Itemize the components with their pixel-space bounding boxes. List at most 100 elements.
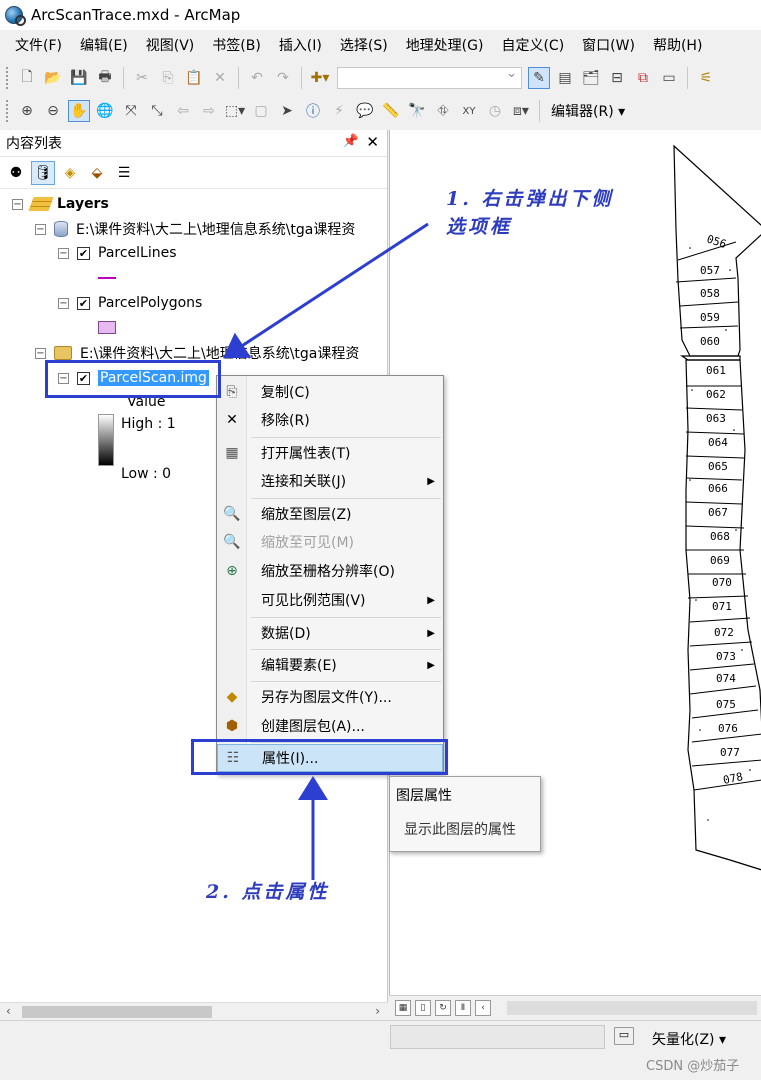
- layer-visibility-checkbox[interactable]: ✔: [77, 296, 90, 310]
- scroll-left-icon[interactable]: ‹: [475, 1000, 491, 1016]
- toolbar-grip[interactable]: [6, 67, 10, 89]
- print-icon[interactable]: 🖶: [94, 67, 116, 89]
- copy-icon[interactable]: ⎘: [157, 67, 179, 89]
- layout-view-icon[interactable]: ▯: [415, 1000, 431, 1016]
- collapse-icon[interactable]: −: [12, 198, 23, 210]
- delete-icon[interactable]: ✕: [209, 67, 231, 89]
- vectorization-menu-button[interactable]: 矢量化(Z) ▾: [652, 1029, 726, 1049]
- close-icon[interactable]: ✕: [366, 133, 379, 151]
- hyperlink-icon[interactable]: ⚡: [328, 100, 350, 122]
- create-viewer-icon[interactable]: ⧈▾: [510, 100, 532, 122]
- collapse-icon[interactable]: −: [58, 247, 69, 259]
- data-view-icon[interactable]: ▦: [395, 1000, 411, 1016]
- raster-cleanup-icon[interactable]: ▭: [614, 1027, 634, 1045]
- clear-selection-icon[interactable]: ▢: [250, 100, 272, 122]
- raster-stretch-swatch[interactable]: [98, 414, 114, 466]
- list-by-visibility-icon[interactable]: ◈: [58, 161, 82, 185]
- add-data-icon[interactable]: ✚▾: [309, 67, 331, 89]
- go-to-xy-icon[interactable]: XY: [458, 100, 480, 122]
- paste-icon[interactable]: 📋: [183, 67, 205, 89]
- list-by-drawing-order-icon[interactable]: ⚉: [4, 161, 28, 185]
- redo-icon[interactable]: ↷: [272, 67, 294, 89]
- status-combo-box[interactable]: [390, 1025, 605, 1049]
- fixed-zoom-out-icon[interactable]: ⤡: [146, 100, 168, 122]
- arctoolbox-icon[interactable]: ⧉: [632, 67, 654, 89]
- scrollbar-thumb[interactable]: [22, 1006, 212, 1018]
- menu-insert[interactable]: 插入(I): [270, 32, 331, 60]
- undo-icon[interactable]: ↶: [246, 67, 268, 89]
- pause-drawing-icon[interactable]: Ⅱ: [455, 1000, 471, 1016]
- measure-icon[interactable]: 📏: [380, 100, 402, 122]
- map-view[interactable]: 056 057 058 059 060 061 062 063 064 065 …: [389, 130, 761, 995]
- line-symbol-swatch[interactable]: [98, 277, 116, 279]
- select-features-icon[interactable]: ⬚▾: [224, 100, 246, 122]
- tree-row-layers[interactable]: − Layers: [12, 193, 109, 215]
- fixed-zoom-in-icon[interactable]: ⤧: [120, 100, 142, 122]
- toc-horizontal-scrollbar[interactable]: ‹ ›: [0, 1002, 388, 1020]
- menu-file[interactable]: 文件(F): [6, 32, 71, 60]
- python-window-icon[interactable]: ▭: [658, 67, 680, 89]
- layers-icon: [28, 197, 54, 211]
- menu-view[interactable]: 视图(V): [137, 32, 204, 60]
- zoom-out-icon[interactable]: ⊖: [42, 100, 64, 122]
- menu-item-copy[interactable]: ⎘ 复制(C): [217, 378, 443, 406]
- scroll-right-icon[interactable]: ›: [375, 1004, 380, 1018]
- menu-windows[interactable]: 窗口(W): [573, 32, 644, 60]
- forward-extent-icon[interactable]: ⇨: [198, 100, 220, 122]
- menu-item-data[interactable]: 数据(D) ▶: [217, 619, 443, 647]
- menu-item-open-attribute-table[interactable]: ▦ 打开属性表(T): [217, 439, 443, 467]
- zoom-in-icon[interactable]: ⊕: [16, 100, 38, 122]
- menu-item-zoom-to-visible[interactable]: 🔍 缩放至可见(M): [217, 528, 443, 556]
- save-icon[interactable]: 💾: [68, 67, 90, 89]
- model-builder-icon[interactable]: ⚟: [695, 67, 717, 89]
- select-elements-icon[interactable]: ➤: [276, 100, 298, 122]
- cut-icon[interactable]: ✂: [131, 67, 153, 89]
- menu-item-remove[interactable]: ✕ 移除(R): [217, 406, 443, 434]
- full-extent-icon[interactable]: 🌐: [94, 100, 116, 122]
- menu-geoprocessing[interactable]: 地理处理(G): [397, 32, 493, 60]
- options-icon[interactable]: ☰: [112, 161, 136, 185]
- identify-icon[interactable]: ⓘ: [302, 100, 324, 122]
- menu-selection[interactable]: 选择(S): [331, 32, 397, 60]
- list-by-selection-icon[interactable]: ⬙: [85, 161, 109, 185]
- collapse-icon[interactable]: −: [58, 297, 69, 309]
- pan-hand-icon[interactable]: ✋: [68, 100, 90, 122]
- pin-icon[interactable]: 📌: [343, 134, 359, 149]
- editor-toolbar-icon[interactable]: ✎: [528, 67, 550, 89]
- menu-item-joins-relates[interactable]: 连接和关联(J) ▶: [217, 467, 443, 495]
- toc-window-icon[interactable]: ▤: [554, 67, 576, 89]
- collapse-icon[interactable]: −: [35, 223, 46, 235]
- menu-edit[interactable]: 编辑(E): [71, 32, 137, 60]
- menu-item-zoom-to-layer[interactable]: 🔍 缩放至图层(Z): [217, 500, 443, 528]
- menu-item-save-as-layer-file[interactable]: ◆ 另存为图层文件(Y)...: [217, 683, 443, 711]
- scroll-left-icon[interactable]: ‹: [6, 1004, 11, 1018]
- collapse-icon[interactable]: −: [35, 347, 46, 359]
- open-folder-icon[interactable]: 📂: [42, 67, 64, 89]
- list-by-source-icon[interactable]: 🛢: [31, 160, 55, 185]
- menu-item-visible-scale-range[interactable]: 可见比例范围(V) ▶: [217, 586, 443, 614]
- tree-row-parcel-lines[interactable]: − ✔ ParcelLines: [58, 242, 177, 264]
- tree-row-geodatabase[interactable]: − E:\课件资料\大二上\地理信息系统\tga课程资: [35, 218, 355, 240]
- time-slider-icon[interactable]: ◷: [484, 100, 506, 122]
- menu-item-edit-features[interactable]: 编辑要素(E) ▶: [217, 651, 443, 679]
- tree-row-parcel-polygons[interactable]: − ✔ ParcelPolygons: [58, 292, 202, 314]
- back-extent-icon[interactable]: ⇦: [172, 100, 194, 122]
- menu-customize[interactable]: 自定义(C): [492, 32, 573, 60]
- toolbar-grip[interactable]: [6, 100, 10, 122]
- find-icon[interactable]: 🔭: [406, 100, 428, 122]
- polygon-symbol-swatch[interactable]: [98, 321, 116, 334]
- refresh-icon[interactable]: ↻: [435, 1000, 451, 1016]
- menu-item-create-layer-package[interactable]: ⬢ 创建图层包(A)...: [217, 712, 443, 740]
- menu-bookmarks[interactable]: 书签(B): [203, 32, 270, 60]
- map-horizontal-scrollbar[interactable]: [507, 1001, 757, 1015]
- menu-help[interactable]: 帮助(H): [644, 32, 711, 60]
- html-popup-icon[interactable]: 💬: [354, 100, 376, 122]
- editor-menu-button[interactable]: 编辑器(R) ▾: [551, 101, 625, 121]
- layer-visibility-checkbox[interactable]: ✔: [77, 246, 90, 260]
- menu-item-zoom-to-raster-resolution[interactable]: ⊕ 缩放至栅格分辨率(O): [217, 557, 443, 585]
- map-scale-combo[interactable]: [337, 66, 522, 89]
- find-route-icon[interactable]: ⛗: [432, 100, 454, 122]
- new-document-icon[interactable]: 🗋: [16, 67, 38, 89]
- catalog-icon[interactable]: 🗂: [580, 67, 602, 89]
- search-window-icon[interactable]: ⊟: [606, 67, 628, 89]
